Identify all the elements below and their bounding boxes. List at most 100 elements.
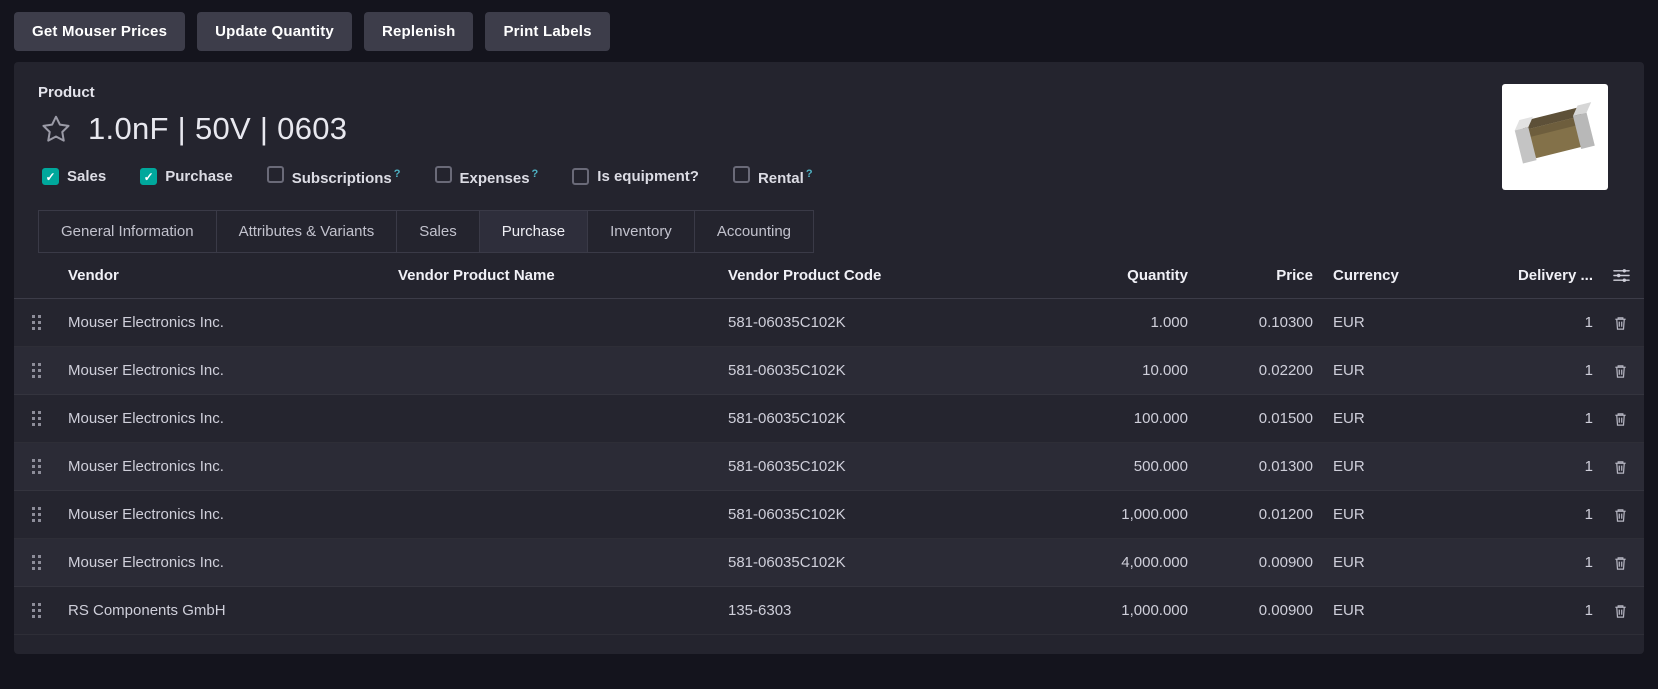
delete-row-icon[interactable] xyxy=(1603,459,1644,475)
purchase-checkbox[interactable]: Purchase xyxy=(140,167,233,186)
vendor-product-code-cell[interactable]: 135-6303 xyxy=(718,602,1018,619)
quantity-cell[interactable]: 1,000.000 xyxy=(1018,602,1198,619)
table-row[interactable]: Mouser Electronics Inc. 581-06035C102K 1… xyxy=(14,347,1644,395)
subscriptions-checkbox-box[interactable] xyxy=(267,166,284,183)
quantity-cell[interactable]: 1,000.000 xyxy=(1018,506,1198,523)
vendor-product-code-cell[interactable]: 581-06035C102K xyxy=(718,554,1018,571)
price-cell[interactable]: 0.10300 xyxy=(1198,314,1323,331)
delete-row-icon[interactable] xyxy=(1603,315,1644,331)
quantity-cell[interactable]: 1.000 xyxy=(1018,314,1198,331)
drag-handle-icon[interactable] xyxy=(14,602,58,619)
currency-cell[interactable]: EUR xyxy=(1323,506,1418,523)
delete-row-icon[interactable] xyxy=(1603,507,1644,523)
tab-accounting[interactable]: Accounting xyxy=(695,210,814,253)
currency-cell[interactable]: EUR xyxy=(1323,554,1418,571)
favorite-star-icon[interactable] xyxy=(38,111,74,147)
delivery-cell[interactable]: 1 xyxy=(1418,458,1603,475)
delivery-cell[interactable]: 1 xyxy=(1418,314,1603,331)
price-cell[interactable]: 0.01200 xyxy=(1198,506,1323,523)
delivery-cell[interactable]: 1 xyxy=(1418,554,1603,571)
drag-handle-icon[interactable] xyxy=(14,362,58,379)
vendor-table-header: Vendor Vendor Product Name Vendor Produc… xyxy=(14,253,1644,299)
drag-handle-icon[interactable] xyxy=(14,314,58,331)
sales-checkbox[interactable]: Sales xyxy=(42,167,106,186)
update-quantity-button[interactable]: Update Quantity xyxy=(197,12,352,51)
quantity-cell[interactable]: 4,000.000 xyxy=(1018,554,1198,571)
subscriptions-checkbox[interactable]: Subscriptions? xyxy=(267,165,401,188)
tab-sales[interactable]: Sales xyxy=(397,210,480,253)
table-row[interactable]: RS Components GmbH 135-6303 1,000.000 0.… xyxy=(14,587,1644,635)
drag-handle-icon[interactable] xyxy=(14,410,58,427)
quantity-cell[interactable]: 10.000 xyxy=(1018,362,1198,379)
price-cell[interactable]: 0.00900 xyxy=(1198,554,1323,571)
vendor-cell[interactable]: Mouser Electronics Inc. xyxy=(58,410,388,427)
vendor-cell[interactable]: Mouser Electronics Inc. xyxy=(58,314,388,331)
vendor-cell[interactable]: Mouser Electronics Inc. xyxy=(58,554,388,571)
tab-attributes-variants[interactable]: Attributes & Variants xyxy=(217,210,398,253)
drag-handle-icon[interactable] xyxy=(14,554,58,571)
vendor-product-code-column-header[interactable]: Vendor Product Code xyxy=(718,267,1018,284)
vendor-product-code-cell[interactable]: 581-06035C102K xyxy=(718,506,1018,523)
currency-cell[interactable]: EUR xyxy=(1323,314,1418,331)
tab-inventory[interactable]: Inventory xyxy=(588,210,695,253)
product-label: Product xyxy=(38,84,813,101)
currency-cell[interactable]: EUR xyxy=(1323,602,1418,619)
purchase-checkbox-box[interactable] xyxy=(140,168,157,185)
vendor-product-code-cell[interactable]: 581-06035C102K xyxy=(718,314,1018,331)
delete-row-icon[interactable] xyxy=(1603,411,1644,427)
quantity-column-header[interactable]: Quantity xyxy=(1018,267,1198,284)
tab-purchase[interactable]: Purchase xyxy=(480,210,588,253)
optional-columns-icon[interactable] xyxy=(1603,268,1644,283)
vendor-product-code-cell[interactable]: 581-06035C102K xyxy=(718,362,1018,379)
delete-row-icon[interactable] xyxy=(1603,603,1644,619)
expenses-checkbox[interactable]: Expenses? xyxy=(435,165,539,188)
get-mouser-prices-button[interactable]: Get Mouser Prices xyxy=(14,12,185,51)
price-cell[interactable]: 0.01300 xyxy=(1198,458,1323,475)
delivery-cell[interactable]: 1 xyxy=(1418,506,1603,523)
currency-column-header[interactable]: Currency xyxy=(1323,267,1418,284)
table-row[interactable]: Mouser Electronics Inc. 581-06035C102K 1… xyxy=(14,491,1644,539)
rental-checkbox-box[interactable] xyxy=(733,166,750,183)
table-row[interactable]: Mouser Electronics Inc. 581-06035C102K 4… xyxy=(14,539,1644,587)
print-labels-button[interactable]: Print Labels xyxy=(485,12,609,51)
table-row[interactable]: Mouser Electronics Inc. 581-06035C102K 5… xyxy=(14,443,1644,491)
replenish-button[interactable]: Replenish xyxy=(364,12,473,51)
price-column-header[interactable]: Price xyxy=(1198,267,1323,284)
delivery-column-header[interactable]: Delivery ... xyxy=(1418,267,1603,284)
form-header: Product 1.0nF | 50V | 0603 Sales Purchas… xyxy=(14,62,1644,190)
sales-checkbox-box[interactable] xyxy=(42,168,59,185)
vendor-cell[interactable]: Mouser Electronics Inc. xyxy=(58,362,388,379)
currency-cell[interactable]: EUR xyxy=(1323,362,1418,379)
tab-general-information[interactable]: General Information xyxy=(38,210,217,253)
delivery-cell[interactable]: 1 xyxy=(1418,362,1603,379)
product-title[interactable]: 1.0nF | 50V | 0603 xyxy=(88,111,347,147)
drag-handle-icon[interactable] xyxy=(14,506,58,523)
rental-checkbox[interactable]: Rental? xyxy=(733,165,813,188)
delete-row-icon[interactable] xyxy=(1603,363,1644,379)
vendor-cell[interactable]: Mouser Electronics Inc. xyxy=(58,506,388,523)
price-cell[interactable]: 0.02200 xyxy=(1198,362,1323,379)
vendor-cell[interactable]: Mouser Electronics Inc. xyxy=(58,458,388,475)
delivery-cell[interactable]: 1 xyxy=(1418,410,1603,427)
product-image[interactable] xyxy=(1502,84,1608,190)
help-question-icon: ? xyxy=(806,168,813,180)
vendor-product-name-column-header[interactable]: Vendor Product Name xyxy=(388,267,718,284)
currency-cell[interactable]: EUR xyxy=(1323,458,1418,475)
delete-row-icon[interactable] xyxy=(1603,555,1644,571)
vendor-product-code-cell[interactable]: 581-06035C102K xyxy=(718,458,1018,475)
vendor-product-code-cell[interactable]: 581-06035C102K xyxy=(718,410,1018,427)
table-row[interactable]: Mouser Electronics Inc. 581-06035C102K 1… xyxy=(14,395,1644,443)
price-cell[interactable]: 0.00900 xyxy=(1198,602,1323,619)
vendor-column-header[interactable]: Vendor xyxy=(58,267,388,284)
currency-cell[interactable]: EUR xyxy=(1323,410,1418,427)
table-row[interactable]: Mouser Electronics Inc. 581-06035C102K 1… xyxy=(14,299,1644,347)
is-equipment-checkbox-box[interactable] xyxy=(572,168,589,185)
quantity-cell[interactable]: 500.000 xyxy=(1018,458,1198,475)
price-cell[interactable]: 0.01500 xyxy=(1198,410,1323,427)
is-equipment-checkbox[interactable]: Is equipment? xyxy=(572,167,699,186)
drag-handle-icon[interactable] xyxy=(14,458,58,475)
expenses-checkbox-box[interactable] xyxy=(435,166,452,183)
vendor-cell[interactable]: RS Components GmbH xyxy=(58,602,388,619)
quantity-cell[interactable]: 100.000 xyxy=(1018,410,1198,427)
delivery-cell[interactable]: 1 xyxy=(1418,602,1603,619)
